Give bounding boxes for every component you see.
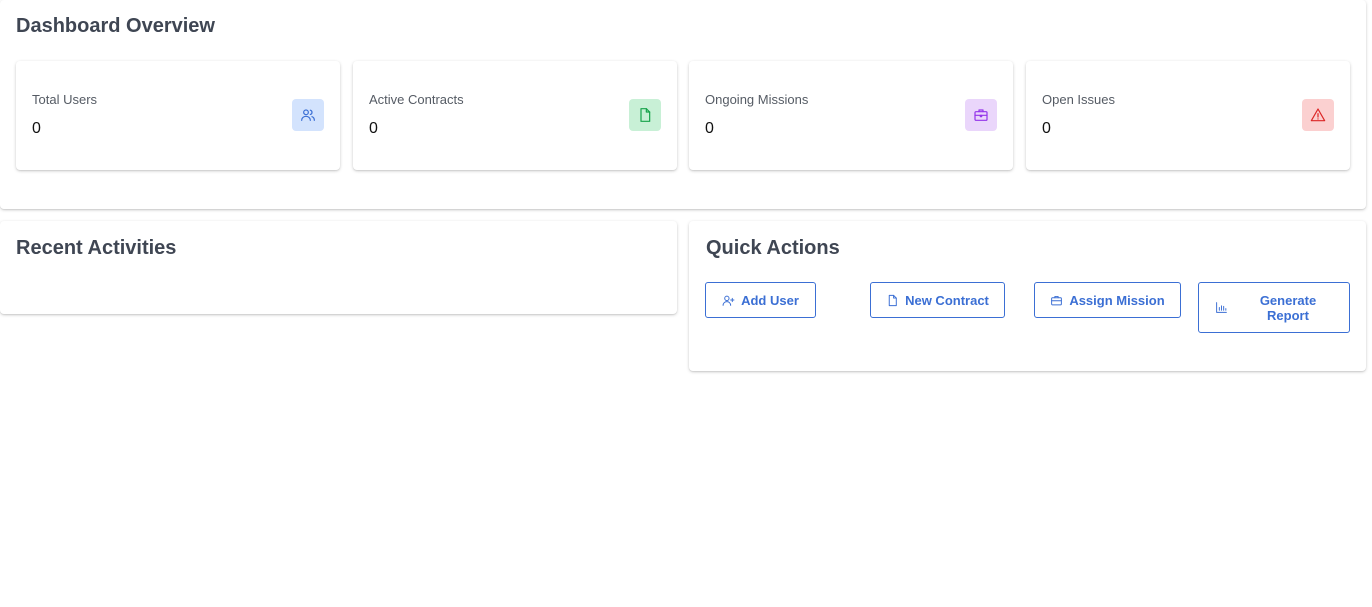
stat-label: Active Contracts	[369, 92, 464, 107]
chart-icon	[1216, 302, 1227, 313]
document-icon	[629, 99, 661, 131]
page-title: Dashboard Overview	[16, 15, 215, 37]
quick-actions-panel: Quick Actions Add User New Contract Assi…	[689, 221, 1366, 371]
button-label: Assign Mission	[1069, 292, 1165, 308]
recent-activities-panel: Recent Activities	[0, 221, 677, 314]
stat-card-ongoing-missions: Ongoing Missions 0	[689, 61, 1013, 170]
new-contract-button[interactable]: New Contract	[870, 282, 1005, 318]
dashboard-overview-panel: Dashboard Overview Total Users 0 Active …	[0, 0, 1366, 209]
button-label: New Contract	[905, 292, 989, 308]
stat-value: 0	[1042, 120, 1051, 137]
document-icon	[888, 294, 897, 306]
stat-card-open-issues: Open Issues 0	[1026, 61, 1350, 170]
stat-value: 0	[705, 120, 714, 137]
section-title: Quick Actions	[706, 237, 840, 259]
stat-card-active-contracts: Active Contracts 0	[353, 61, 677, 170]
add-user-icon	[722, 295, 735, 306]
stat-label: Total Users	[32, 92, 98, 107]
button-label: Generate Report	[1259, 292, 1317, 323]
briefcase-icon	[965, 99, 997, 131]
warning-icon	[1302, 99, 1334, 131]
briefcase-icon	[1051, 295, 1063, 305]
add-user-button[interactable]: Add User	[705, 282, 816, 318]
stat-label: Ongoing Missions	[705, 92, 809, 107]
generate-report-button[interactable]: Generate Report	[1198, 282, 1350, 333]
stat-card-total-users: Total Users 0	[16, 61, 340, 170]
stat-label: Open Issues	[1042, 92, 1115, 107]
users-icon	[292, 99, 324, 131]
stat-value: 0	[32, 120, 41, 137]
assign-mission-button[interactable]: Assign Mission	[1034, 282, 1181, 318]
section-title: Recent Activities	[16, 237, 177, 259]
button-label: Add User	[741, 292, 799, 308]
stat-value: 0	[369, 120, 378, 137]
